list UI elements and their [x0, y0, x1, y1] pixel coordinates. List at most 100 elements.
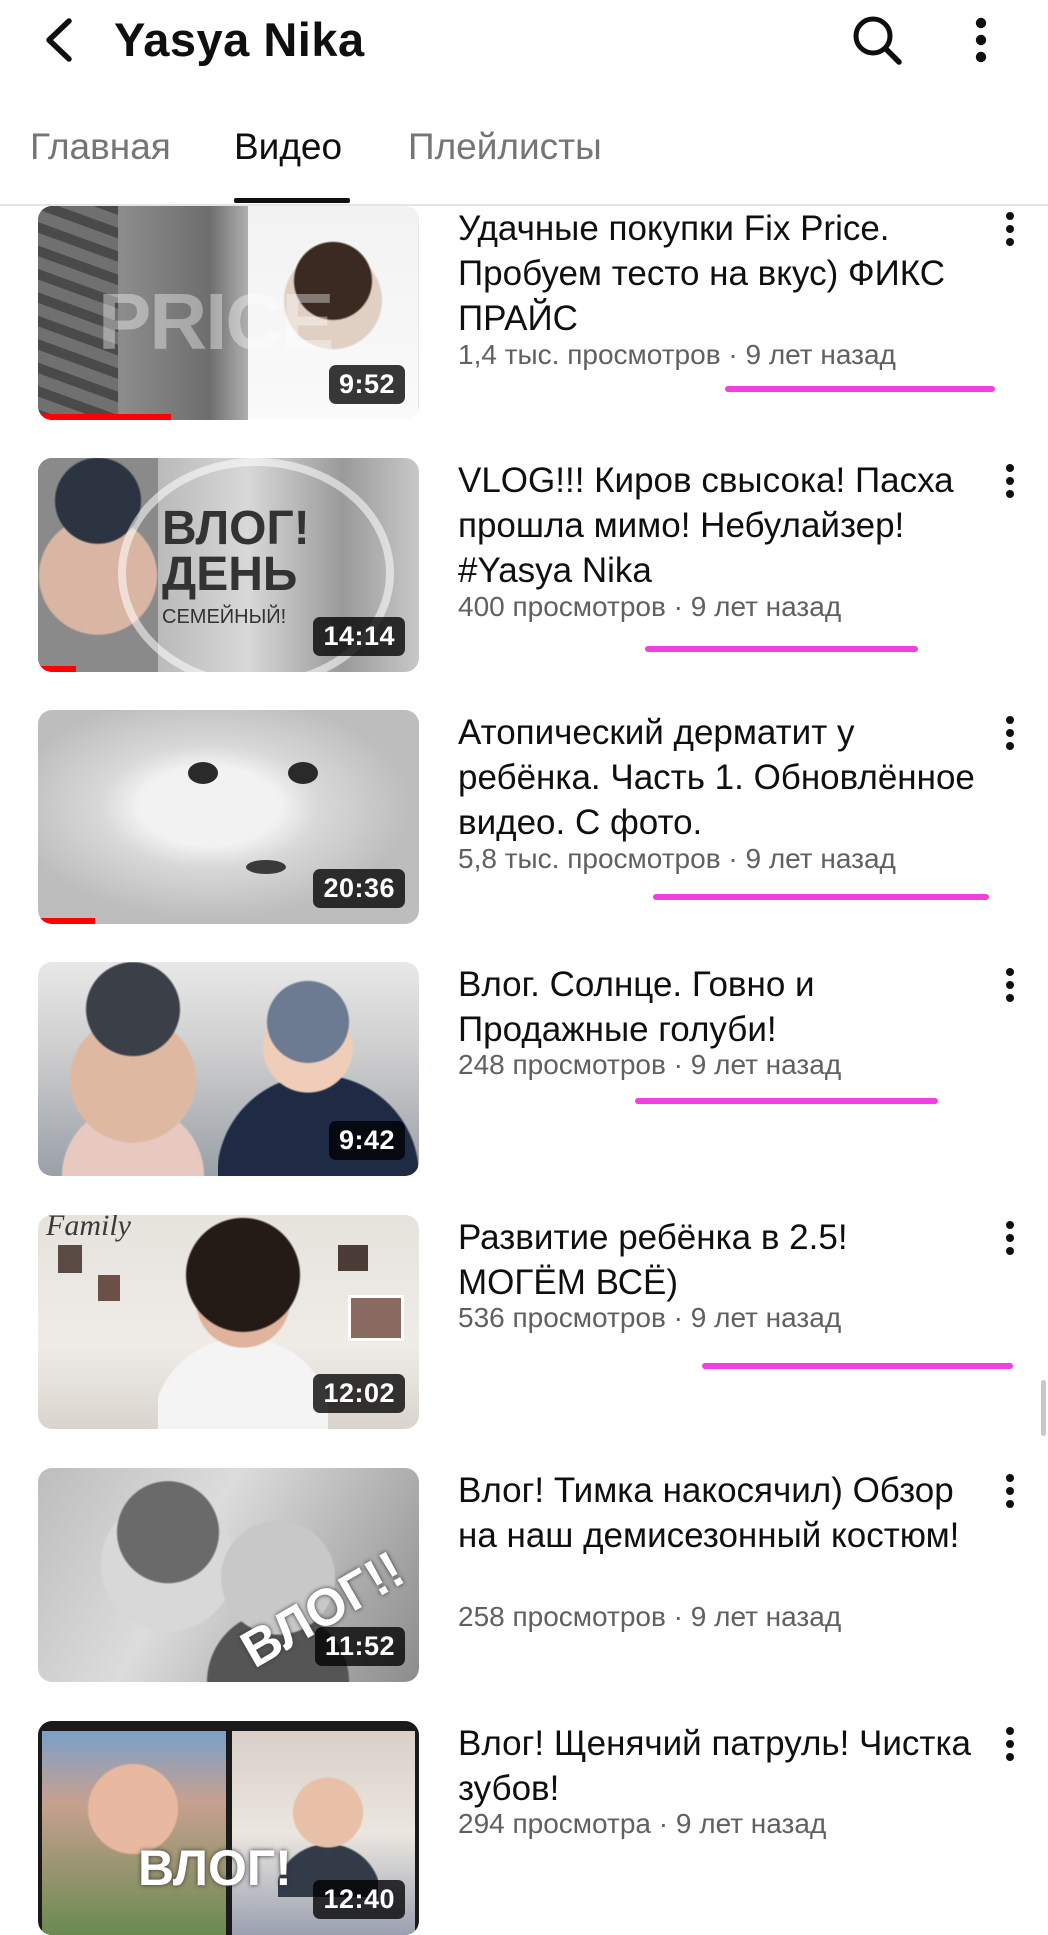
video-meta: 536 просмотров · 9 лет назад — [458, 1302, 842, 1333]
video-meta: 294 просмотра · 9 лет назад — [458, 1808, 827, 1839]
video-title[interactable]: Влог. Солнце. Говно и Продажные голуби! — [458, 962, 978, 1052]
watch-progress-bar — [38, 666, 77, 672]
video-thumbnail[interactable]: ВЛОГ! 12:40 — [38, 1721, 419, 1935]
video-menu-button[interactable] — [990, 206, 1030, 266]
search-icon — [853, 16, 902, 65]
more-vert-icon — [1006, 716, 1014, 750]
video-thumbnail[interactable]: ВЛОГ! ДЕНЬ СЕМЕЙНЫЙ! 14:14 — [38, 458, 419, 672]
video-menu-button[interactable] — [990, 458, 1030, 518]
more-vert-icon — [1006, 1221, 1014, 1255]
video-item[interactable]: 9:42 Влог. Солнце. Говно и Продажные гол… — [0, 962, 1048, 1182]
video-duration: 12:02 — [313, 1374, 405, 1413]
video-title[interactable]: Развитие ребёнка в 2.5! МОГЁМ ВСЁ) — [458, 1215, 978, 1305]
video-menu-button[interactable] — [990, 710, 1030, 770]
video-duration: 11:52 — [314, 1627, 405, 1666]
video-title[interactable]: VLOG!!! Киров свысока! Пасха прошла мимо… — [458, 458, 978, 593]
video-menu-button[interactable] — [990, 962, 1030, 1022]
search-button[interactable] — [844, 10, 910, 70]
thumb-person — [38, 962, 228, 1176]
video-age: 9 лет назад — [690, 1601, 842, 1632]
thumb-subtitle-text: СЕМЕЙНЫЙ! — [162, 606, 287, 628]
video-thumbnail[interactable]: PRICE 9:52 — [38, 206, 419, 420]
tab-playlists[interactable]: Плейлисты — [408, 126, 602, 168]
video-title[interactable]: Удачные покупки Fix Price. Пробуем тесто… — [458, 206, 978, 341]
video-age: 9 лет назад — [675, 1808, 827, 1839]
video-duration: 9:52 — [328, 365, 405, 404]
video-meta: 1,4 тыс. просмотров · 9 лет назад — [458, 339, 896, 370]
more-vert-icon — [1006, 212, 1014, 246]
video-title[interactable]: Влог! Щенячий патруль! Чистка зубов! — [458, 1721, 978, 1811]
video-meta: 258 просмотров · 9 лет назад — [458, 1601, 842, 1632]
more-vert-icon — [1006, 1474, 1014, 1508]
video-duration: 20:36 — [313, 869, 405, 908]
thumb-art — [338, 1245, 368, 1271]
watch-progress-bar — [38, 918, 96, 924]
more-vert-icon — [975, 17, 987, 63]
video-meta: 5,8 тыс. просмотров · 9 лет назад — [458, 843, 896, 874]
thumb-art — [58, 1245, 82, 1273]
chevron-left-icon — [46, 18, 72, 62]
more-options-button[interactable] — [958, 10, 1004, 70]
video-duration: 12:40 — [313, 1880, 405, 1919]
video-age: 9 лет назад — [690, 1302, 842, 1333]
back-button[interactable] — [30, 12, 86, 68]
thumb-person — [278, 1767, 378, 1897]
video-views: 1,4 тыс. просмотров — [458, 339, 721, 370]
video-age: 9 лет назад — [745, 843, 896, 874]
more-vert-icon — [1006, 968, 1014, 1002]
video-meta: 248 просмотров · 9 лет назад — [458, 1049, 842, 1080]
video-meta: 400 просмотров · 9 лет назад — [458, 591, 842, 622]
video-views: 5,8 тыс. просмотров — [458, 843, 721, 874]
annotation-underline — [725, 386, 995, 392]
video-title[interactable]: Атопический дерматит у ребёнка. Часть 1.… — [458, 710, 978, 845]
annotation-underline — [702, 1363, 1013, 1369]
thumb-title-text: Family — [46, 1215, 131, 1242]
tab-home[interactable]: Главная — [30, 126, 171, 168]
more-vert-icon — [1006, 464, 1014, 498]
video-age: 9 лет назад — [690, 591, 842, 622]
video-views: 400 просмотров — [458, 591, 666, 622]
thumb-art — [348, 1295, 404, 1341]
annotation-underline — [645, 646, 918, 652]
thumb-art — [188, 762, 218, 784]
watch-progress-bar — [38, 414, 172, 420]
video-item[interactable]: Family 12:02 Развитие ребёнка в 2.5! МОГ… — [0, 1215, 1048, 1435]
video-menu-button[interactable] — [990, 1721, 1030, 1781]
video-thumbnail[interactable]: Family 12:02 — [38, 1215, 419, 1429]
tab-videos[interactable]: Видео — [234, 126, 342, 168]
thumb-title-text: ВЛОГ! ДЕНЬ — [162, 502, 310, 601]
video-item[interactable]: PRICE 9:52 Удачные покупки Fix Price. Пр… — [0, 206, 1048, 426]
thumb-art — [246, 860, 286, 874]
video-menu-button[interactable] — [990, 1215, 1030, 1275]
video-title[interactable]: Влог! Тимка накосячил) Обзор на наш деми… — [458, 1468, 978, 1558]
thumb-title-text: PRICE — [98, 277, 334, 366]
scrollbar[interactable] — [1041, 1380, 1046, 1436]
thumb-art — [98, 1275, 120, 1301]
video-item[interactable]: ВЛОГ! 12:40 Влог! Щенячий патруль! Чистк… — [0, 1721, 1048, 1935]
video-age: 9 лет назад — [690, 1049, 842, 1080]
channel-tabs: Главная Видео Плейлисты — [0, 108, 1048, 206]
video-views: 258 просмотров — [458, 1601, 666, 1632]
video-item[interactable]: ВЛОГ!! 11:52 Влог! Тимка накосячил) Обзо… — [0, 1468, 1048, 1688]
video-item[interactable]: ВЛОГ! ДЕНЬ СЕМЕЙНЫЙ! 14:14 VLOG!!! Киров… — [0, 458, 1048, 678]
thumb-title-text: ВЛОГ! — [138, 1840, 292, 1896]
annotation-underline — [653, 894, 989, 900]
thumb-person — [158, 1215, 328, 1429]
active-tab-indicator — [234, 198, 350, 203]
video-views: 536 просмотров — [458, 1302, 666, 1333]
video-item[interactable]: 20:36 Атопический дерматит у ребёнка. Ча… — [0, 710, 1048, 930]
top-app-bar: Yasya Nika — [0, 0, 1048, 80]
thumb-art — [288, 762, 318, 784]
more-vert-icon — [1006, 1727, 1014, 1761]
video-duration: 14:14 — [313, 617, 405, 656]
annotation-underline — [635, 1098, 938, 1104]
video-menu-button[interactable] — [990, 1468, 1030, 1528]
video-views: 248 просмотров — [458, 1049, 666, 1080]
channel-title: Yasya Nika — [114, 13, 365, 66]
video-thumbnail[interactable]: ВЛОГ!! 11:52 — [38, 1468, 419, 1682]
video-duration: 9:42 — [328, 1121, 405, 1160]
video-thumbnail[interactable]: 9:42 — [38, 962, 419, 1176]
video-views: 294 просмотра — [458, 1808, 651, 1839]
video-age: 9 лет назад — [745, 339, 896, 370]
video-thumbnail[interactable]: 20:36 — [38, 710, 419, 924]
